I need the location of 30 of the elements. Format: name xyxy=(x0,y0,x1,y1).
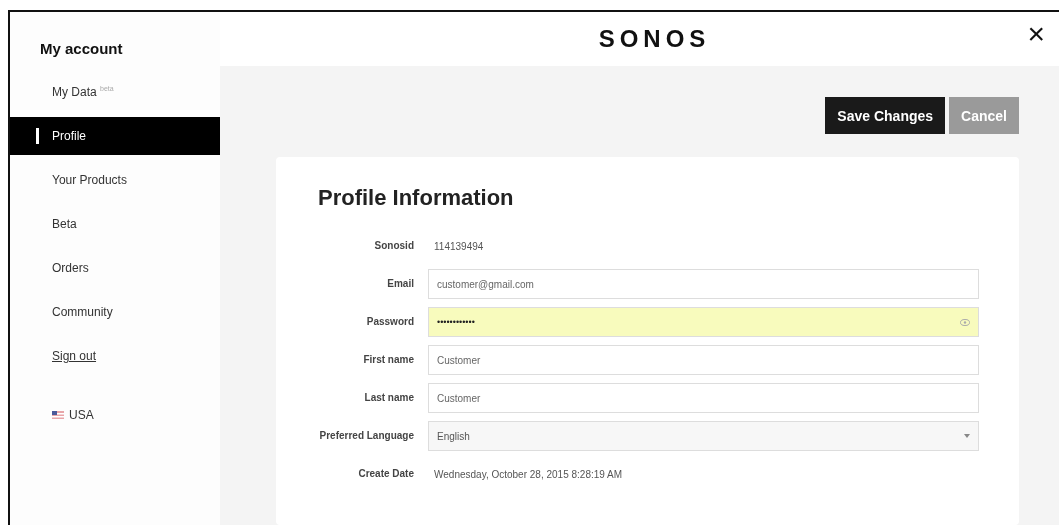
sidebar-item[interactable]: Beta xyxy=(10,202,220,246)
sidebar-item[interactable]: Orders xyxy=(10,246,220,290)
sidebar-item[interactable]: Profile xyxy=(10,117,220,155)
region-label[interactable]: USA xyxy=(69,408,94,422)
sidebar-item[interactable]: Your Products xyxy=(10,158,220,202)
input-field[interactable]: •••••••••••• xyxy=(428,307,979,337)
field-label: First name xyxy=(362,353,414,367)
field-label: Create Date xyxy=(357,467,414,481)
field-value: 114139494 xyxy=(433,240,485,252)
logo: SONOS xyxy=(597,25,711,53)
save-button[interactable]: Save Changes xyxy=(825,97,946,134)
input-field[interactable]: Customer xyxy=(428,345,979,375)
input-field[interactable]: Customer xyxy=(428,383,979,413)
caret-icon xyxy=(964,434,970,438)
field-value: Wednesday, October 28, 2015 8:28:19 AM xyxy=(433,468,624,480)
sidebar-item[interactable]: Community xyxy=(10,290,220,334)
field-label: Preferred Language xyxy=(318,429,414,443)
language-select[interactable]: English xyxy=(428,421,979,451)
eye-icon[interactable] xyxy=(960,318,970,326)
field-label: Sonosid xyxy=(373,239,414,253)
flag-icon xyxy=(52,411,64,419)
sidebar-title: My account xyxy=(39,39,124,59)
field-label: Last name xyxy=(363,391,414,405)
close-button[interactable]: × xyxy=(1023,16,1049,52)
input-field[interactable]: customer@gmail.com xyxy=(428,269,979,299)
section-title: Profile Information xyxy=(318,185,515,211)
sidebar-item[interactable]: My Data $^{beta}$ xyxy=(10,70,220,114)
field-label: Email xyxy=(386,277,414,291)
field-label: Password xyxy=(365,315,414,329)
sidebar-item[interactable]: Sign out xyxy=(10,334,220,378)
